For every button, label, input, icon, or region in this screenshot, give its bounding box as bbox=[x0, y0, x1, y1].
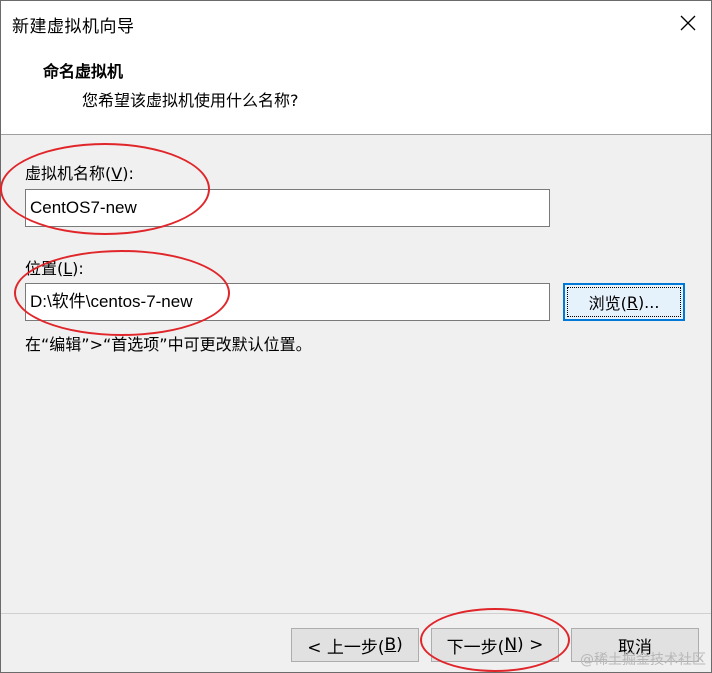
window-title: 新建虚拟机向导 bbox=[12, 17, 135, 37]
vm-name-input[interactable]: CentOS7-new bbox=[25, 189, 550, 227]
watermark: @稀土掘金技术社区 bbox=[580, 652, 706, 668]
footer-divider bbox=[1, 613, 711, 614]
browse-button[interactable]: 浏览(R)... bbox=[563, 283, 685, 321]
location-label: 位置(L): bbox=[25, 259, 84, 278]
page-subtitle: 您希望该虚拟机使用什么名称? bbox=[82, 91, 299, 110]
page-title: 命名虚拟机 bbox=[43, 62, 124, 81]
vm-name-label: 虚拟机名称(V): bbox=[25, 164, 134, 183]
close-button[interactable] bbox=[665, 1, 711, 45]
back-button[interactable]: < 上一步(B) bbox=[291, 628, 419, 662]
new-vm-wizard-window: 新建虚拟机向导 命名虚拟机 您希望该虚拟机使用什么名称? 虚拟机名称(V): C… bbox=[0, 0, 712, 673]
next-button[interactable]: 下一步(N) > bbox=[431, 628, 559, 662]
default-location-hint: 在“编辑”>“首选项”中可更改默认位置。 bbox=[25, 335, 312, 354]
location-input[interactable]: D:\软件\centos-7-new bbox=[25, 283, 550, 321]
title-bar: 新建虚拟机向导 bbox=[1, 1, 711, 45]
wizard-header: 命名虚拟机 您希望该虚拟机使用什么名称? bbox=[1, 45, 711, 135]
close-icon bbox=[680, 15, 696, 31]
